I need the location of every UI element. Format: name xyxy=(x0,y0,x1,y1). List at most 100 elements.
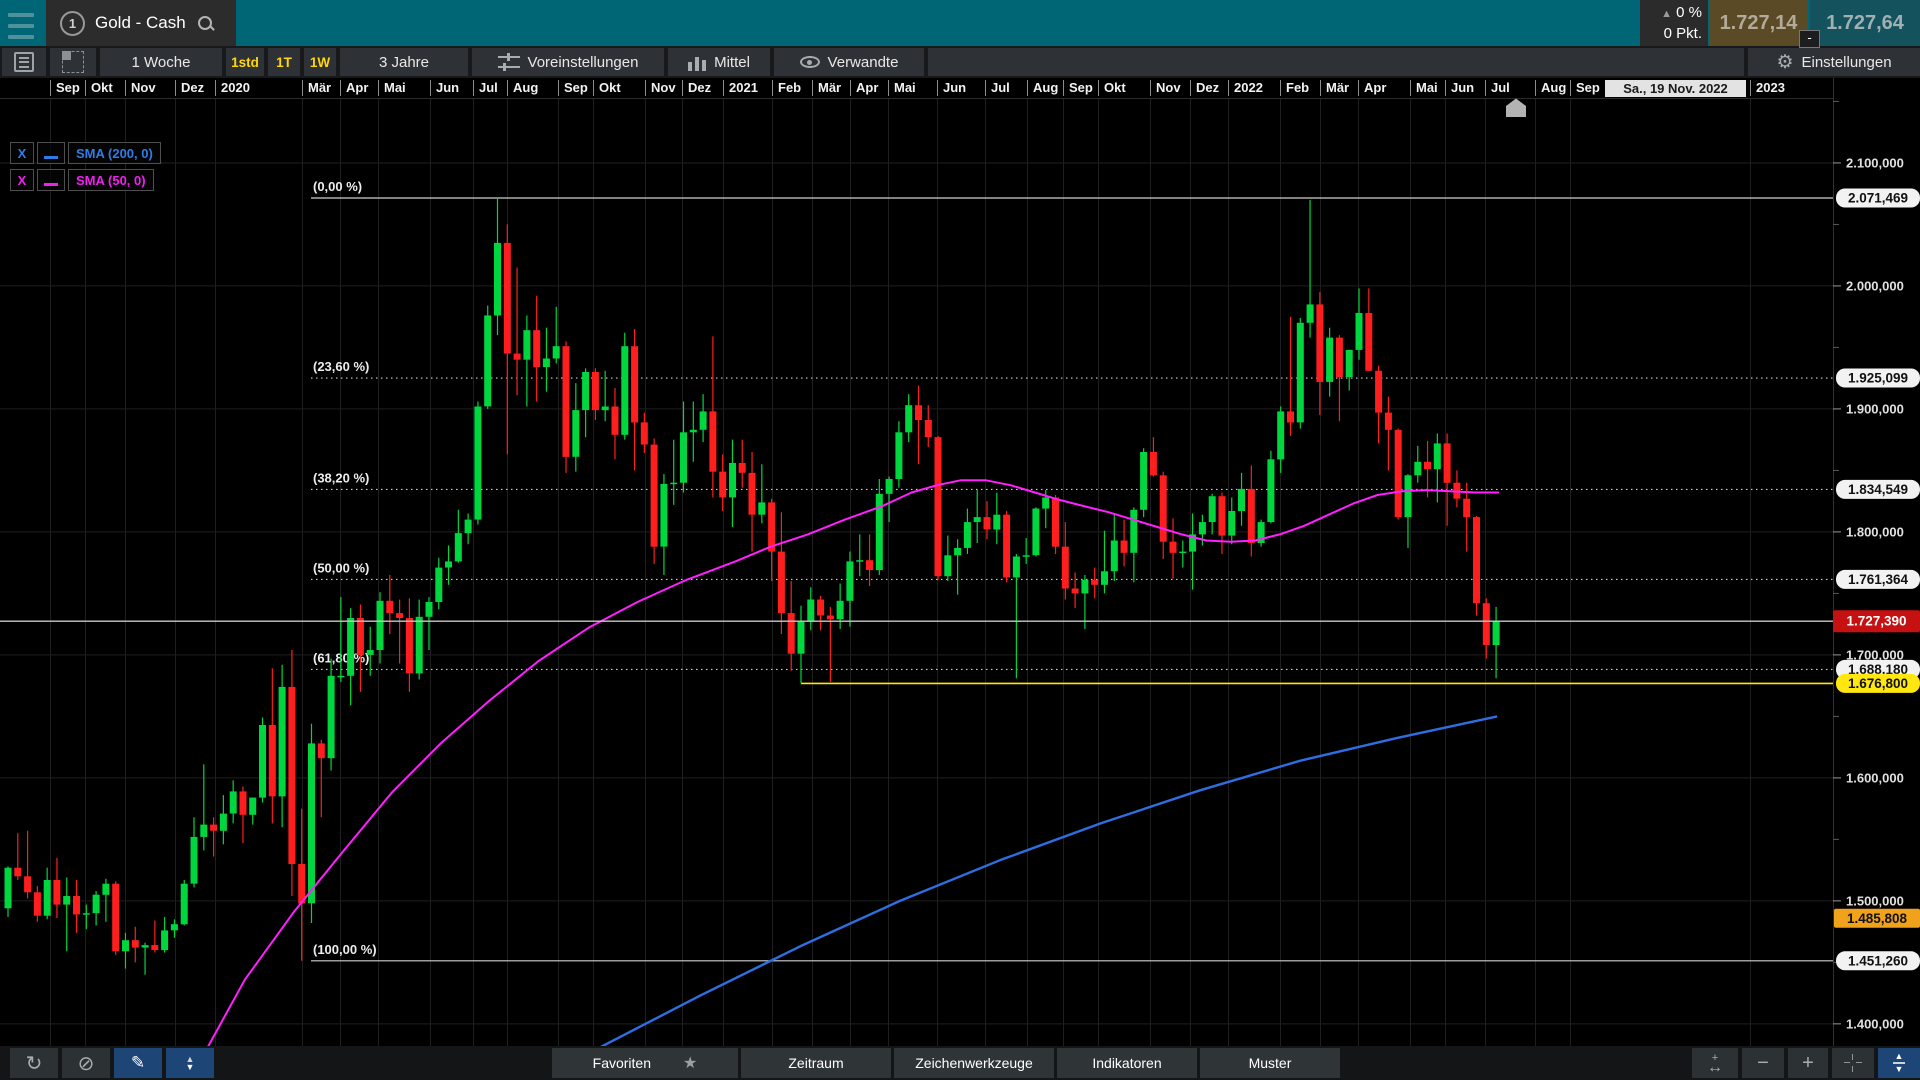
quick-interval-1t[interactable]: 1T xyxy=(268,48,300,76)
zoom-in-button[interactable]: + xyxy=(1788,1048,1828,1078)
trading-app: 1 Gold - Cash ▲ 0 % 0 Pkt. 1.727,14 1.72… xyxy=(0,0,1920,1080)
svg-text:Mär: Mär xyxy=(818,80,841,95)
svg-text:Jul: Jul xyxy=(479,80,498,95)
verwandte-button[interactable]: Verwandte xyxy=(774,48,924,76)
indicator-legend: X SMA (200, 0) X SMA (50, 0) xyxy=(10,142,161,191)
instrument-tab[interactable]: 1 Gold - Cash xyxy=(46,0,236,46)
svg-text:2022: 2022 xyxy=(1234,80,1263,95)
star-icon[interactable]: ★ xyxy=(683,1053,697,1073)
svg-text:Feb: Feb xyxy=(1286,80,1309,95)
svg-text:Sa., 19 Nov. 2022: Sa., 19 Nov. 2022 xyxy=(1623,81,1728,96)
svg-text:Apr: Apr xyxy=(1364,80,1386,95)
gear-icon: ⚙ xyxy=(1776,53,1793,72)
crosshair-icon xyxy=(1844,1054,1862,1072)
svg-text:(0,00 %): (0,00 %) xyxy=(313,179,362,194)
svg-text:(23,60 %): (23,60 %) xyxy=(313,359,369,374)
ask-price[interactable]: 1.727,64 xyxy=(1810,0,1920,46)
favorites-button[interactable]: Favoriten ★ xyxy=(552,1048,738,1078)
quick-interval-1w[interactable]: 1W xyxy=(304,48,336,76)
svg-text:Jul: Jul xyxy=(1491,80,1510,95)
arrows-horizontal-icon: +↔ xyxy=(1707,1053,1723,1073)
svg-text:Jun: Jun xyxy=(943,80,966,95)
circle-slash-icon: ⊘ xyxy=(78,1051,95,1076)
svg-text:Jun: Jun xyxy=(1451,80,1474,95)
svg-text:Feb: Feb xyxy=(778,80,801,95)
arrows-vertical-icon: ▲▼ xyxy=(1893,1053,1905,1073)
patterns-button[interactable]: Muster xyxy=(1200,1048,1340,1078)
range-dropdown[interactable]: 3 Jahre xyxy=(340,48,468,76)
svg-text:Aug: Aug xyxy=(1541,80,1566,95)
menu-icon[interactable] xyxy=(8,10,40,42)
sort-button[interactable]: ▲▼ xyxy=(166,1048,214,1078)
svg-text:1.400,000: 1.400,000 xyxy=(1846,1016,1904,1031)
bid-price[interactable]: 1.727,14 xyxy=(1709,0,1808,46)
svg-text:1.600,000: 1.600,000 xyxy=(1846,770,1904,785)
mittel-button[interactable]: Mittel xyxy=(668,48,770,76)
up-down-triangles-icon: ▲▼ xyxy=(186,1055,195,1071)
zeitraum-button[interactable]: Zeitraum xyxy=(741,1048,891,1078)
svg-text:Sep: Sep xyxy=(1576,80,1600,95)
chart-list-button[interactable] xyxy=(2,48,46,76)
svg-text:(50,00 %): (50,00 %) xyxy=(313,560,369,575)
draw-button[interactable]: ✎ xyxy=(114,1048,162,1078)
svg-text:2020: 2020 xyxy=(221,80,250,95)
svg-text:Jun: Jun xyxy=(436,80,459,95)
svg-text:Okt: Okt xyxy=(91,80,113,95)
svg-text:1.727,390: 1.727,390 xyxy=(1846,614,1906,629)
legend-label[interactable]: SMA (200, 0) xyxy=(68,142,161,164)
presets-button[interactable]: Voreinstellungen xyxy=(472,48,664,76)
svg-text:Mai: Mai xyxy=(894,80,916,95)
svg-text:2.100,000: 2.100,000 xyxy=(1846,155,1904,170)
layout-button[interactable] xyxy=(50,48,96,76)
disable-drawing-button[interactable]: ⊘ xyxy=(62,1048,110,1078)
settings-label: Einstellungen xyxy=(1801,54,1891,71)
presets-label: Voreinstellungen xyxy=(528,54,639,71)
legend-sma200: X SMA (200, 0) xyxy=(10,142,161,164)
price-chart[interactable]: SepOktNovDez2020MärAprMaiJunJulAugSepOkt… xyxy=(0,78,1920,1046)
zoom-out-button[interactable]: − xyxy=(1742,1048,1784,1078)
close-icon[interactable]: X xyxy=(10,142,34,164)
candlestick-icon xyxy=(688,53,706,71)
svg-text:Mai: Mai xyxy=(1416,80,1438,95)
interval-dropdown[interactable]: 1 Woche xyxy=(100,48,222,76)
svg-text:2.000,000: 2.000,000 xyxy=(1846,278,1904,293)
collapse-prices-button[interactable]: - xyxy=(1799,30,1820,48)
pencil-icon: ✎ xyxy=(131,1053,145,1073)
svg-text:Mär: Mär xyxy=(1326,80,1349,95)
crosshair-button[interactable] xyxy=(1832,1048,1874,1078)
search-icon[interactable] xyxy=(198,16,212,30)
svg-text:1.676,800: 1.676,800 xyxy=(1848,676,1908,691)
scale-vertical-button[interactable]: ▲▼ xyxy=(1878,1048,1920,1078)
svg-text:Nov: Nov xyxy=(651,80,676,95)
refresh-button[interactable]: ↻ xyxy=(10,1048,58,1078)
svg-text:2.071,469: 2.071,469 xyxy=(1848,191,1908,206)
svg-text:Sep: Sep xyxy=(56,80,80,95)
indicators-button[interactable]: Indikatoren xyxy=(1057,1048,1197,1078)
drawing-tools-button[interactable]: Zeichenwerkzeuge xyxy=(894,1048,1054,1078)
top-header: 1 Gold - Cash ▲ 0 % 0 Pkt. 1.727,14 1.72… xyxy=(0,0,1920,46)
settings-button[interactable]: ⚙ Einstellungen xyxy=(1748,48,1920,76)
line-sample-icon xyxy=(37,142,65,164)
favorites-label: Favoriten xyxy=(593,1055,651,1071)
refresh-icon: ↻ xyxy=(26,1051,43,1076)
sliders-icon xyxy=(498,53,520,71)
eye-icon xyxy=(800,56,820,68)
svg-text:Nov: Nov xyxy=(131,80,156,95)
quick-interval-1std[interactable]: 1std xyxy=(226,48,264,76)
toolbar-filler xyxy=(928,48,1744,76)
list-icon xyxy=(14,52,34,72)
svg-text:(38,20 %): (38,20 %) xyxy=(313,470,369,485)
zoom-horizontal-button[interactable]: +↔ xyxy=(1692,1048,1738,1078)
change-up-icon: ▲ xyxy=(1661,8,1672,20)
close-icon[interactable]: X xyxy=(10,169,34,191)
instrument-title: Gold - Cash xyxy=(95,13,186,33)
svg-text:Aug: Aug xyxy=(1033,80,1058,95)
change-percent: 0 % xyxy=(1676,4,1702,21)
svg-text:Sep: Sep xyxy=(564,80,588,95)
svg-text:(100,00 %): (100,00 %) xyxy=(313,942,377,957)
svg-text:Nov: Nov xyxy=(1156,80,1181,95)
mittel-label: Mittel xyxy=(714,54,750,71)
svg-text:1.485,808: 1.485,808 xyxy=(1847,911,1908,926)
change-points: 0 Pkt. xyxy=(1640,24,1702,44)
legend-label[interactable]: SMA (50, 0) xyxy=(68,169,154,191)
